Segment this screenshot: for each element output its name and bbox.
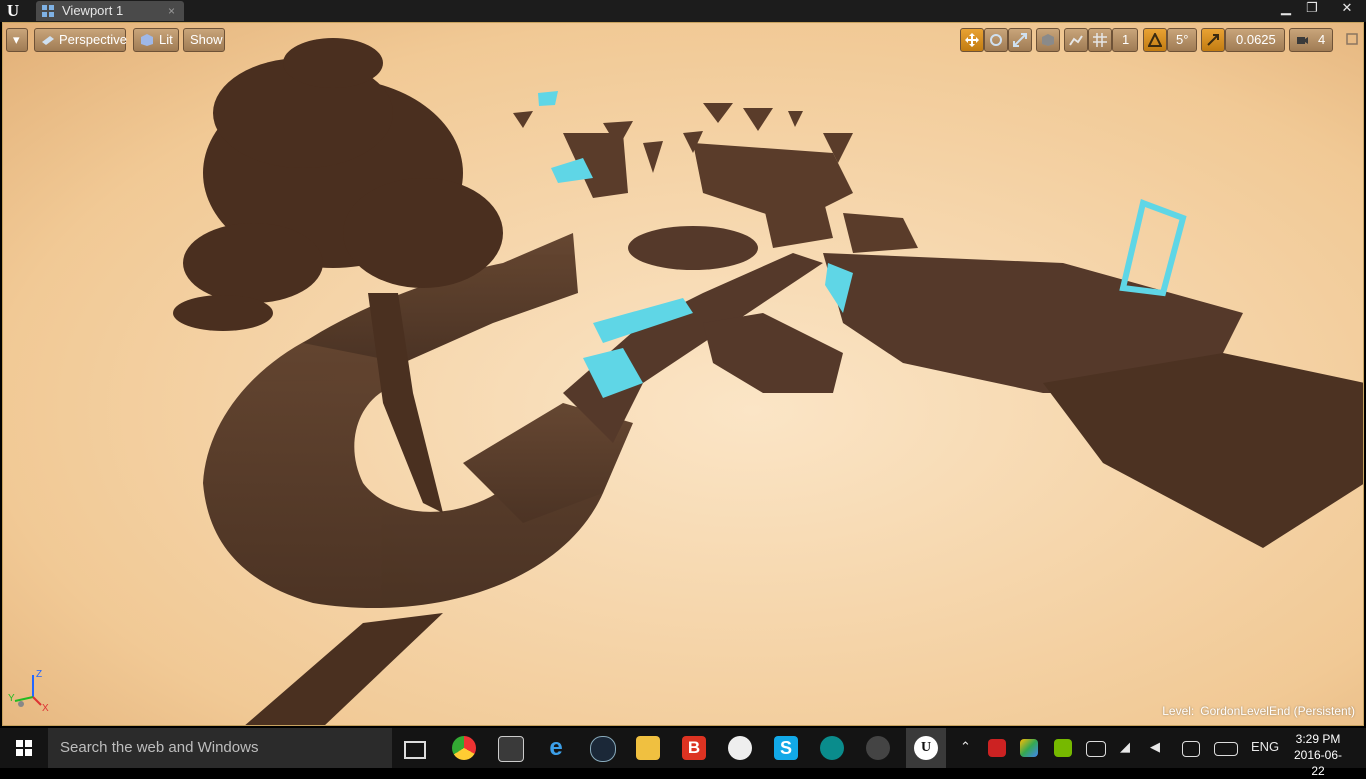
chevron-down-icon: ▾ [13,32,20,47]
level-prefix: Level: [1162,704,1195,718]
clock[interactable]: 3:29 PM 2016-06-22 [1290,731,1346,779]
axis-x-label: X [42,703,49,714]
level-indicator: Level: GordonLevelEnd (Persistent) [1162,704,1355,718]
clock-time: 3:29 PM [1295,732,1341,746]
viewport-menu-button[interactable]: ▾ [6,28,28,52]
camera-speed-button[interactable]: 4 [1289,28,1333,52]
translate-mode-button[interactable] [960,28,984,52]
surface-snap-icon [1069,35,1083,46]
edge-icon[interactable]: e [544,736,568,760]
battery-icon[interactable] [1086,741,1106,757]
viewport[interactable]: ▾ Perspective Lit Show 1 5° 0.0625 4 Z Y… [2,22,1364,726]
rotation-snap-value[interactable]: 5° [1167,28,1197,52]
scale-snap-value[interactable]: 0.0625 [1225,28,1285,52]
scale-snap-value-label: 0.0625 [1236,32,1276,47]
maximize-icon [1346,33,1358,45]
grid-icon [1093,33,1107,47]
unreal-logo-icon: U [6,1,20,20]
rotation-snap-toggle[interactable] [1143,28,1167,52]
title-bar: U Viewport 1 × ▁ ❐ ✕ [0,0,1366,22]
store-icon[interactable] [498,736,524,762]
axis-y-label: Y [8,693,15,704]
tab-viewport[interactable]: Viewport 1 × [36,1,184,21]
scale-icon [1013,33,1027,47]
cube-icon [141,34,153,46]
wifi-icon[interactable]: ◢ [1120,739,1130,755]
scene-render[interactable] [3,23,1364,726]
level-name: GordonLevelEnd (Persistent) [1200,704,1355,718]
chrome-icon[interactable] [452,736,476,760]
obs-icon[interactable] [866,736,890,760]
app-b3-icon[interactable] [728,736,752,760]
task-view-icon[interactable] [404,741,426,759]
angle-icon [1148,33,1162,47]
rotate-mode-button[interactable] [984,28,1008,52]
move-icon [965,33,979,47]
rotation-snap-value-label: 5° [1176,32,1189,47]
tab-close-button[interactable]: × [168,3,175,19]
viewport-icon [42,5,54,17]
keyboard-icon[interactable] [1214,742,1238,756]
lit-label: Lit [159,32,173,47]
perspective-button[interactable]: Perspective [34,28,127,52]
surface-snap-button[interactable] [1064,28,1088,52]
clock-date: 2016-06-22 [1293,748,1343,778]
world-local-toggle[interactable] [1036,28,1060,52]
minimize-button[interactable]: ▁ [1274,1,1298,15]
camera-icon [42,36,54,45]
windows-start-icon[interactable] [0,728,48,768]
scale-mode-button[interactable] [1008,28,1032,52]
app-b-icon[interactable]: B [682,736,706,760]
file-explorer-icon[interactable] [636,736,660,760]
unreal-app-icon: U [914,736,938,760]
maximize-viewport-button[interactable] [1343,28,1361,52]
close-button[interactable]: ✕ [1330,1,1364,15]
search-box[interactable]: Search the web and Windows [48,728,392,768]
camera-speed-value: 4 [1318,32,1326,47]
arduino-icon[interactable] [820,736,844,760]
rotate-icon [990,34,1002,46]
notifications-icon[interactable] [1182,741,1200,757]
volume-icon[interactable]: ◀ [1150,739,1160,755]
show-hidden-icons-button[interactable]: ⌃ [960,739,971,755]
restore-button[interactable]: ❐ [1300,1,1324,15]
show-label: Show [190,32,223,47]
grid-snap-value-label: 1 [1122,32,1130,47]
grid-snap-toggle[interactable] [1088,28,1112,52]
show-button[interactable]: Show [183,28,225,52]
tab-label: Viewport 1 [62,3,124,18]
perspective-label: Perspective [59,32,127,47]
axis-gizmo: Z Y X [8,669,49,714]
camera-speed-icon [1297,37,1308,44]
tray-app-icon[interactable] [988,739,1006,757]
nvidia-icon[interactable] [1054,739,1072,757]
unreal-editor-taskbar-button[interactable]: U [906,728,946,768]
steam-icon[interactable] [590,736,616,762]
skype-icon[interactable]: S [774,736,798,760]
language-indicator[interactable]: ENG [1251,739,1279,754]
taskbar: Search the web and Windows e B S U ⌃ ◢ ◀… [0,728,1366,778]
google-drive-icon[interactable] [1020,739,1038,757]
axis-z-label: Z [36,669,42,680]
lit-button[interactable]: Lit [133,28,179,52]
scale-snap-icon [1207,34,1219,46]
scale-snap-toggle[interactable] [1201,28,1225,52]
grid-snap-value[interactable]: 1 [1112,28,1138,52]
cube-outline-icon [1042,34,1054,46]
search-placeholder: Search the web and Windows [60,739,259,756]
